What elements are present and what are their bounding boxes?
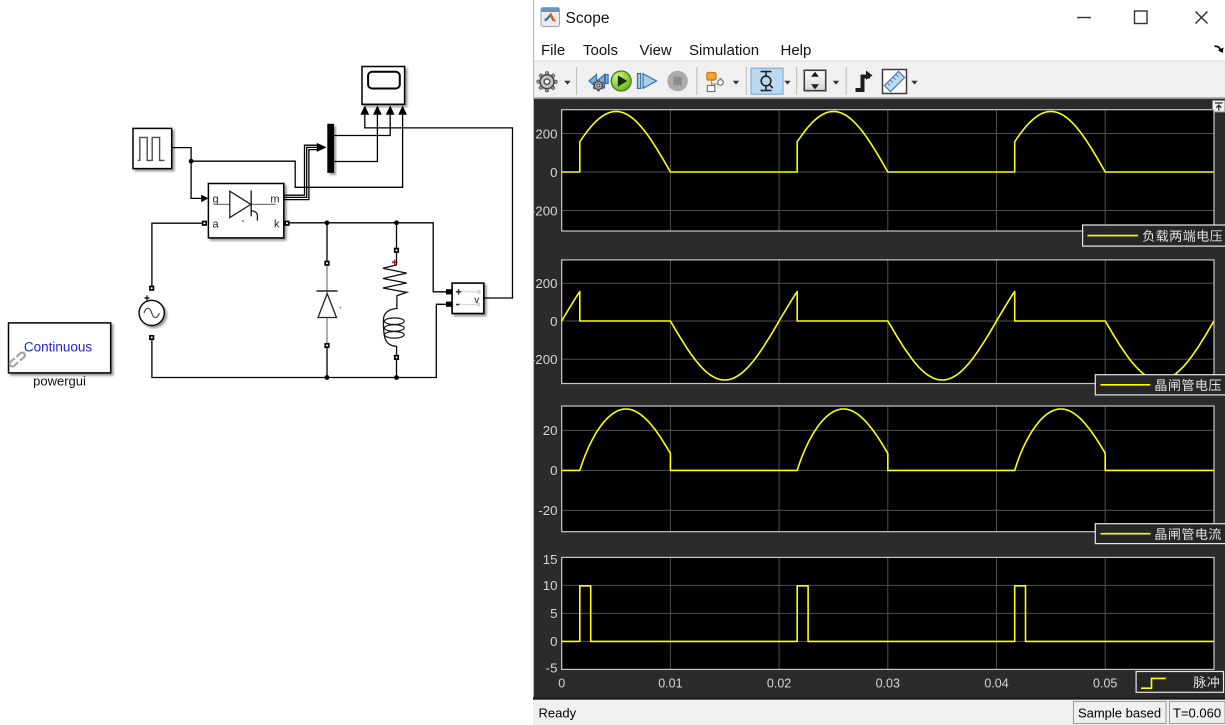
svg-text:15: 15 (543, 552, 558, 567)
svg-text:-200: -200 (531, 352, 558, 367)
svg-text:g: g (213, 194, 219, 206)
svg-text:0: 0 (558, 677, 565, 691)
svg-text:10: 10 (543, 578, 558, 593)
svg-text:0: 0 (550, 165, 557, 180)
svg-text:m: m (270, 194, 279, 206)
svg-text:0.05: 0.05 (1093, 677, 1117, 691)
svg-text:0: 0 (550, 634, 557, 649)
svg-text:-200: -200 (531, 203, 558, 218)
svg-text:a: a (213, 219, 220, 231)
svg-text:Simulation: Simulation (689, 42, 759, 59)
svg-text:0: 0 (550, 314, 557, 329)
svg-text:Scope: Scope (566, 10, 610, 27)
svg-text:-5: -5 (546, 661, 558, 676)
svg-text:0.03: 0.03 (876, 677, 900, 691)
svg-text:5: 5 (550, 606, 557, 621)
svg-text:v: v (474, 295, 479, 306)
svg-text:20: 20 (543, 423, 558, 438)
svg-text:File: File (541, 42, 565, 59)
svg-text:Ready: Ready (539, 706, 577, 721)
svg-text:-20: -20 (538, 503, 557, 518)
svg-text:0.02: 0.02 (767, 677, 791, 691)
svg-text:0.04: 0.04 (984, 677, 1008, 691)
svg-text:Tools: Tools (583, 42, 618, 59)
svg-text:View: View (640, 42, 672, 59)
svg-text:Help: Help (781, 42, 812, 59)
svg-text:0: 0 (550, 463, 557, 478)
svg-text:200: 200 (535, 276, 557, 291)
svg-text:T=0.060: T=0.060 (1173, 706, 1221, 721)
svg-text:200: 200 (535, 126, 557, 141)
svg-text:k: k (274, 219, 280, 231)
svg-text:0.01: 0.01 (658, 677, 682, 691)
svg-text:powergui: powergui (33, 374, 86, 389)
svg-text:Sample based: Sample based (1078, 706, 1161, 721)
svg-text:Continuous: Continuous (24, 340, 93, 355)
